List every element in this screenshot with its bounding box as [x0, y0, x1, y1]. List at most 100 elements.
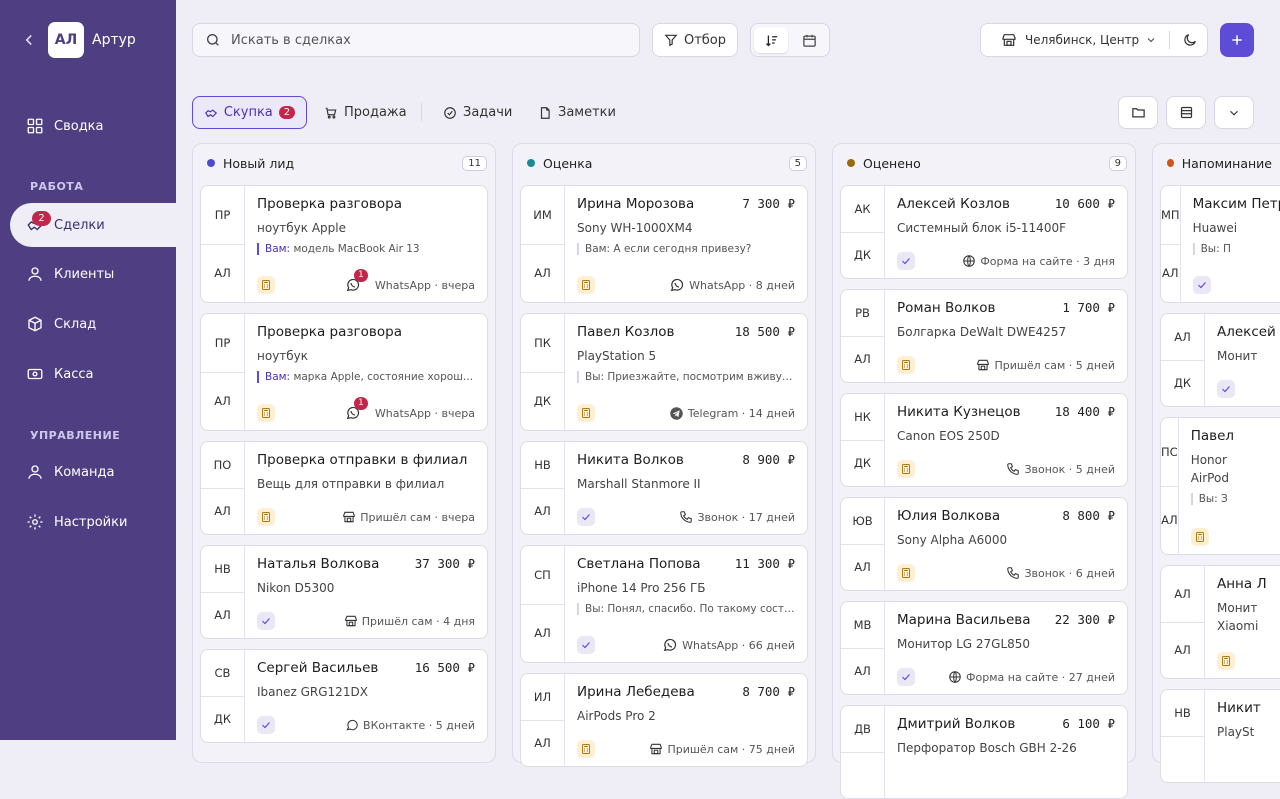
deal-card[interactable]: НВ АЛ Наталья Волкова 37 300 ₽ Nikon D5300…: [200, 545, 488, 639]
card-body: Наталья Волкова 37 300 ₽ Nikon D5300 Пришёл…: [245, 546, 487, 638]
column-header[interactable]: Новый лид 11: [193, 144, 495, 182]
deal-card[interactable]: ДВ Дмитрий Волков 6 100 ₽ Перфоратор Bosch…: [840, 705, 1128, 799]
column-header[interactable]: Напоминание: [1153, 144, 1280, 182]
deal-card[interactable]: НВ Никит PlaySt: [1160, 689, 1280, 783]
manager-initials: ДК: [853, 248, 872, 263]
card-body: Павел Козлов 18 500 ₽ PlayStation 5 Вы: При…: [565, 314, 807, 430]
sidebar-item-settings[interactable]: Настройки: [0, 500, 176, 544]
expand-button[interactable]: [1214, 96, 1254, 129]
checked-badge[interactable]: [897, 252, 915, 270]
estimate-badge[interactable]: [897, 460, 915, 478]
estimate-badge[interactable]: [257, 404, 275, 422]
card-footer: Форма на сайте · 27 дней: [897, 668, 1115, 686]
tab-buy[interactable]: Скупка 2: [192, 96, 307, 129]
client-initials: РВ: [841, 290, 884, 337]
manager-initials: АЛ: [1162, 266, 1179, 281]
checked-badge[interactable]: [577, 636, 595, 654]
sort-button[interactable]: [754, 27, 788, 53]
deal-card[interactable]: АЛ АЛ Анна Л Монит Xiaomi: [1160, 565, 1280, 679]
sidebar-item-label: Сделки: [54, 217, 105, 233]
deal-card[interactable]: ПК ДК Павел Козлов 18 500 ₽ PlayStation 5 В…: [520, 313, 808, 431]
moon-icon[interactable]: [1182, 32, 1198, 48]
deal-card[interactable]: РВ АЛ Роман Волков 1 700 ₽ Болгарка DeWalt…: [840, 289, 1128, 383]
checked-badge[interactable]: [1217, 380, 1235, 398]
column-header[interactable]: Оценено 9: [833, 144, 1135, 182]
card-product: Sony WH-1000XM4: [577, 221, 693, 235]
deal-card[interactable]: ПО АЛ Проверка отправки в филиал Вещь для…: [200, 441, 488, 535]
card-body: Анна Л Монит Xiaomi: [1205, 566, 1280, 678]
sidebar-item-cash[interactable]: Касса: [0, 352, 176, 396]
search-box[interactable]: [192, 23, 640, 57]
sidebar-item-clients[interactable]: Клиенты: [0, 252, 176, 296]
estimate-badge[interactable]: [257, 276, 275, 294]
card-price: 11 300 ₽: [734, 556, 795, 571]
filter-button[interactable]: Отбор: [652, 23, 738, 57]
column: Оценено 9 АК ДК Алексей Козлов 10 600 ₽ Сис…: [832, 143, 1136, 799]
location-selector[interactable]: Челябинск, Центр: [980, 23, 1208, 57]
deal-card[interactable]: ПС АЛ Павел Honor AirPod Вы: З: [1160, 417, 1280, 555]
deal-card[interactable]: АК ДК Алексей Козлов 10 600 ₽ Системный бл…: [840, 185, 1128, 279]
deal-card[interactable]: МВ АЛ Марина Васильева 22 300 ₽ Монитор LG…: [840, 601, 1128, 695]
checked-badge[interactable]: [897, 668, 915, 686]
assignee-column: ПР АЛ: [201, 314, 245, 430]
card-price: 8 900 ₽: [742, 452, 795, 467]
card-body: Сергей Васильев 16 500 ₽ Ibanez GRG121DX ВК…: [245, 650, 487, 742]
sidebar-item-warehouse[interactable]: Склад: [0, 302, 176, 346]
search-input[interactable]: [231, 32, 611, 48]
client-initials: ПО: [201, 442, 244, 489]
avatar[interactable]: АЛ: [48, 22, 84, 58]
list-view-button[interactable]: [1166, 96, 1206, 129]
deal-card[interactable]: ПР АЛ Проверка разговора ноутбук Apple Вам…: [200, 185, 488, 303]
card-title: Марина Васильева: [897, 612, 1031, 628]
assignee-column: СВ ДК: [201, 650, 245, 742]
estimate-badge[interactable]: [897, 356, 915, 374]
deal-card[interactable]: СП АЛ Светлана Попова 11 300 ₽ iPhone 14 P…: [520, 545, 808, 663]
deal-card[interactable]: НК ДК Никита Кузнецов 18 400 ₽ Canon EOS 2…: [840, 393, 1128, 487]
card-source: 1 WhatsApp · вчера: [345, 397, 475, 421]
tab-notes[interactable]: Заметки: [538, 96, 616, 129]
column-header[interactable]: Оценка 5: [513, 144, 815, 182]
column-title: Новый лид: [223, 155, 295, 171]
sidebar-item-team[interactable]: Команда: [0, 450, 176, 494]
estimate-badge[interactable]: [1217, 652, 1235, 670]
deal-card[interactable]: АЛ ДК Алексей Монит: [1160, 313, 1280, 407]
check-circle-icon: [444, 106, 456, 119]
client-initials: МП: [1161, 186, 1180, 245]
estimate-badge[interactable]: [577, 404, 595, 422]
manager-initials: АЛ: [214, 504, 231, 519]
chevron-left-icon[interactable]: [20, 31, 38, 49]
checked-badge[interactable]: [1192, 276, 1211, 294]
estimate-badge[interactable]: [1190, 528, 1209, 546]
deal-card[interactable]: НВ АЛ Никита Волков 8 900 ₽ Marshall Stanm…: [520, 441, 808, 535]
assignee-column: АЛ ДК: [1161, 314, 1205, 406]
tab-tasks[interactable]: Задачи: [443, 96, 512, 129]
estimate-badge[interactable]: [897, 564, 915, 582]
deal-card[interactable]: ИМ АЛ Ирина Морозова 7 300 ₽ Sony WH-1000X…: [520, 185, 808, 303]
sidebar-item-deals[interactable]: 2 Сделки: [10, 203, 210, 247]
deal-card[interactable]: ПР АЛ Проверка разговора ноутбук Вам: марк…: [200, 313, 488, 431]
status-dot: [847, 159, 855, 167]
deal-card[interactable]: МП АЛ Максим Петров Huawei Вы: П: [1160, 185, 1280, 303]
tab-sell[interactable]: Продажа: [324, 96, 407, 129]
card-body: Алексей Козлов 10 600 ₽ Системный блок i5-…: [885, 186, 1127, 278]
checked-badge[interactable]: [577, 508, 595, 526]
estimate-badge[interactable]: [577, 276, 595, 294]
sidebar-item-summary[interactable]: Сводка: [0, 104, 176, 148]
folder-button[interactable]: [1118, 96, 1158, 129]
card-product: Вещь для отправки в филиал: [257, 477, 445, 491]
deal-card[interactable]: ИЛ АЛ Ирина Лебедева 8 700 ₽ AirPods Pro 2…: [520, 673, 808, 767]
estimate-badge[interactable]: [257, 508, 275, 526]
checked-badge[interactable]: [257, 612, 275, 630]
manager-initials: АЛ: [854, 664, 871, 679]
estimate-badge[interactable]: [577, 740, 595, 758]
assignee-column: МВ АЛ: [841, 602, 885, 694]
gear-icon: [27, 514, 43, 530]
sort-icon: [765, 35, 777, 46]
checked-badge[interactable]: [257, 716, 275, 734]
deal-card[interactable]: ЮВ АЛ Юлия Волкова 8 800 ₽ Sony Alpha A600…: [840, 497, 1128, 591]
source-text: WhatsApp · вчера: [374, 278, 475, 292]
calendar-button[interactable]: [792, 27, 826, 53]
add-button[interactable]: [1220, 23, 1254, 57]
deal-card[interactable]: СВ ДК Сергей Васильев 16 500 ₽ Ibanez GRG1…: [200, 649, 488, 743]
cash-icon: [27, 368, 43, 380]
